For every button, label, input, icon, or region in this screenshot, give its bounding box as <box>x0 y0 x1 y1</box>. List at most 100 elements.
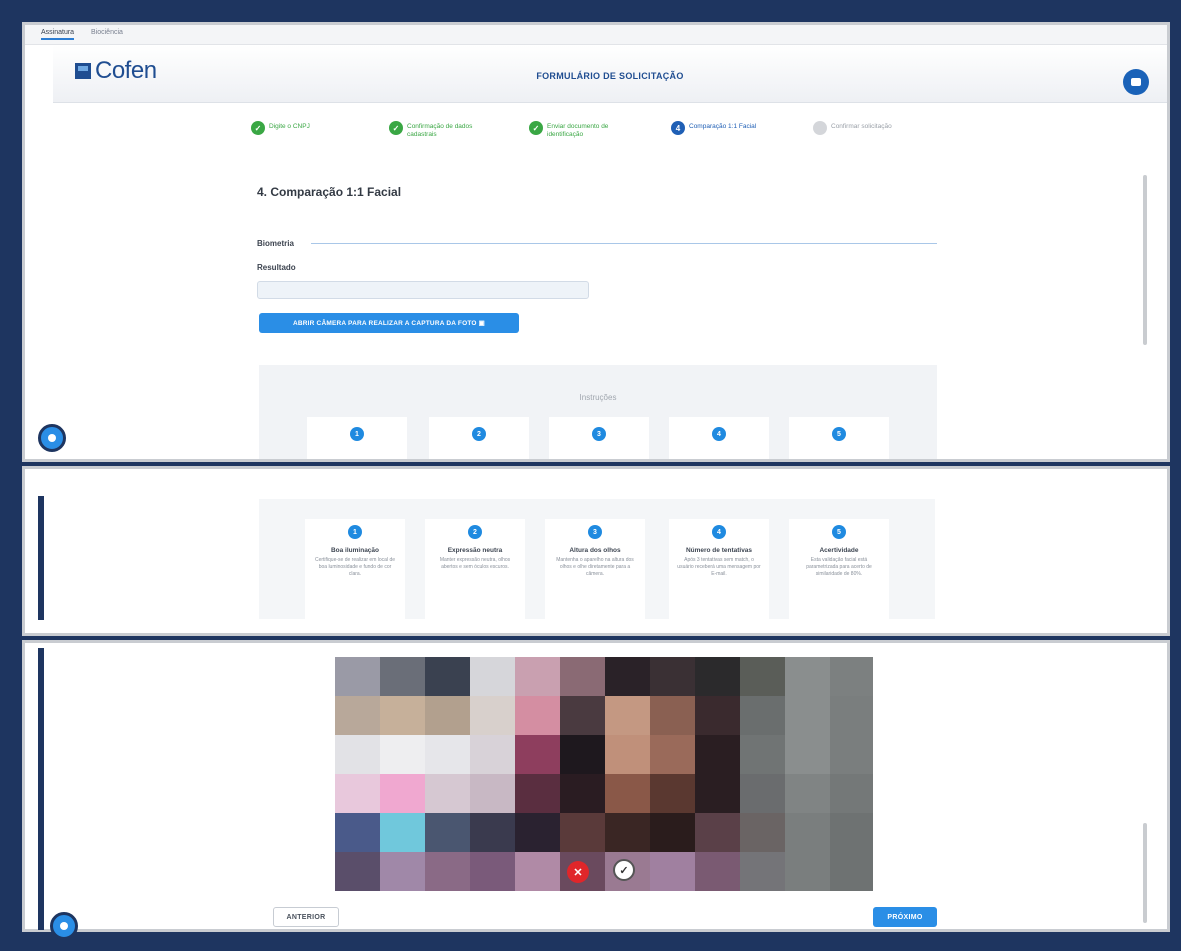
camera-pixel <box>785 696 830 735</box>
step-1[interactable]: ✓ Digite o CNPJ <box>251 121 341 135</box>
instruction-text: Esta validação facial está parametrizada… <box>806 557 872 577</box>
instruction-title: Expressão neutra <box>447 547 503 554</box>
camera-pixel <box>605 813 650 852</box>
instruction-number: 1 <box>348 525 362 539</box>
scrollbar[interactable] <box>1143 175 1147 345</box>
check-icon[interactable]: ✓ <box>613 859 635 881</box>
section-divider <box>311 243 937 244</box>
camera-pixel <box>830 657 873 696</box>
help-chat-button[interactable] <box>38 424 66 452</box>
camera-pixel <box>650 852 695 891</box>
tab-assinatura[interactable]: Assinatura <box>41 29 75 40</box>
camera-pixel <box>470 774 515 813</box>
camera-pixel <box>785 813 830 852</box>
instruction-number: 1 <box>350 427 364 441</box>
camera-pixel <box>380 657 425 696</box>
step-label: Confirmação de dados cadastrais <box>407 123 473 138</box>
open-camera-button[interactable]: ABRIR CÂMERA PARA REALIZAR A CAPTURA DA … <box>259 313 519 333</box>
instructions-box: Instruções 1 2 3 4 5 <box>259 365 937 459</box>
camera-pixel <box>740 696 785 735</box>
page-title: FORMULÁRIO DE SOLICITAÇÃO <box>536 71 684 81</box>
instruction-card-3: 3 Altura dos olhos Mantenha o aparelho n… <box>545 519 645 619</box>
instruction-card: 4 <box>669 417 769 459</box>
camera-pixel <box>830 735 873 774</box>
instruction-number: 5 <box>832 525 846 539</box>
camera-pixel <box>695 774 740 813</box>
camera-pixel <box>740 735 785 774</box>
instruction-card: 1 <box>307 417 407 459</box>
instruction-text: Manter expressão neutra, olhos abertos e… <box>439 557 511 570</box>
step-3[interactable]: ✓ Enviar documento de identificação <box>529 121 619 139</box>
instruction-card-5: 5 Acertividade Esta validação facial est… <box>789 519 889 619</box>
camera-panel: ✕ ✓ ANTERIOR PRÓXIMO <box>22 640 1170 932</box>
scrollbar[interactable] <box>1143 823 1147 923</box>
step-5[interactable]: Confirmar solicitação <box>813 121 921 135</box>
form-top-panel: Assinatura Biociência Cofen FORMULÁRIO D… <box>22 22 1170 462</box>
camera-pixel <box>560 813 605 852</box>
camera-pixel <box>740 813 785 852</box>
step-label: Digite o CNPJ <box>269 123 310 130</box>
camera-pixel <box>740 657 785 696</box>
camera-pixel <box>425 852 470 891</box>
check-icon: ✓ <box>251 121 265 135</box>
step-2[interactable]: ✓ Confirmação de dados cadastrais <box>389 121 479 139</box>
camera-pixel <box>380 852 425 891</box>
camera-pixel <box>785 852 830 891</box>
instruction-card-2: 2 Expressão neutra Manter expressão neut… <box>425 519 525 619</box>
camera-pixel <box>650 813 695 852</box>
camera-pixel <box>380 774 425 813</box>
camera-pixel <box>695 696 740 735</box>
help-chat-button[interactable] <box>50 912 78 940</box>
camera-pixel <box>785 774 830 813</box>
camera-pixel <box>335 657 380 696</box>
camera-pixel <box>560 735 605 774</box>
camera-pixel <box>425 774 470 813</box>
camera-pixel <box>515 696 560 735</box>
instruction-number: 2 <box>468 525 482 539</box>
camera-pixel <box>515 774 560 813</box>
camera-pixel <box>695 657 740 696</box>
camera-pixel <box>650 735 695 774</box>
camera-pixel <box>560 774 605 813</box>
instruction-number: 4 <box>712 427 726 441</box>
instruction-card-4: 4 Número de tentativas Após 3 tentativas… <box>669 519 769 619</box>
resultado-label: Resultado <box>257 263 296 272</box>
close-icon[interactable]: ✕ <box>567 861 589 883</box>
instructions-panel: 1 Boa iluminação Certifique-se de realiz… <box>22 466 1170 636</box>
app-header: Cofen FORMULÁRIO DE SOLICITAÇÃO <box>53 45 1167 103</box>
camera-pixel <box>470 813 515 852</box>
camera-pixel <box>740 852 785 891</box>
next-button[interactable]: PRÓXIMO <box>873 907 937 927</box>
camera-pixel <box>470 657 515 696</box>
camera-pixel <box>830 852 873 891</box>
camera-pixel <box>695 852 740 891</box>
step-label: Comparação 1:1 Facial <box>689 123 757 130</box>
camera-pixel <box>785 657 830 696</box>
window-edge <box>38 648 44 930</box>
chat-icon <box>1131 78 1141 86</box>
chat-button[interactable] <box>1123 69 1149 95</box>
instruction-title: Boa iluminação <box>330 547 380 554</box>
instruction-card: 2 <box>429 417 529 459</box>
previous-button[interactable]: ANTERIOR <box>273 907 339 927</box>
step-4[interactable]: 4 Comparação 1:1 Facial <box>671 121 785 135</box>
camera-pixel <box>560 696 605 735</box>
instruction-text: Mantenha o aparelho na altura dos olhos … <box>556 557 634 577</box>
window-edge <box>38 496 44 620</box>
section-title: 4. Comparação 1:1 Facial <box>257 185 402 199</box>
camera-pixel <box>605 774 650 813</box>
resultado-field[interactable] <box>257 281 589 299</box>
pending-step-icon <box>813 121 827 135</box>
tab-biociencia[interactable]: Biociência <box>91 29 123 36</box>
step-label: Enviar documento de identificação <box>547 123 609 138</box>
instruction-card-1: 1 Boa iluminação Certifique-se de realiz… <box>305 519 405 619</box>
camera-pixel <box>335 735 380 774</box>
camera-pixel <box>605 696 650 735</box>
camera-pixel <box>425 696 470 735</box>
tab-strip: Assinatura Biociência <box>25 25 1167 45</box>
step-number: 4 <box>671 121 685 135</box>
instruction-title: Acertividade <box>819 547 859 554</box>
instruction-number: 5 <box>832 427 846 441</box>
check-icon: ✓ <box>529 121 543 135</box>
instruction-title: Altura dos olhos <box>569 547 621 554</box>
